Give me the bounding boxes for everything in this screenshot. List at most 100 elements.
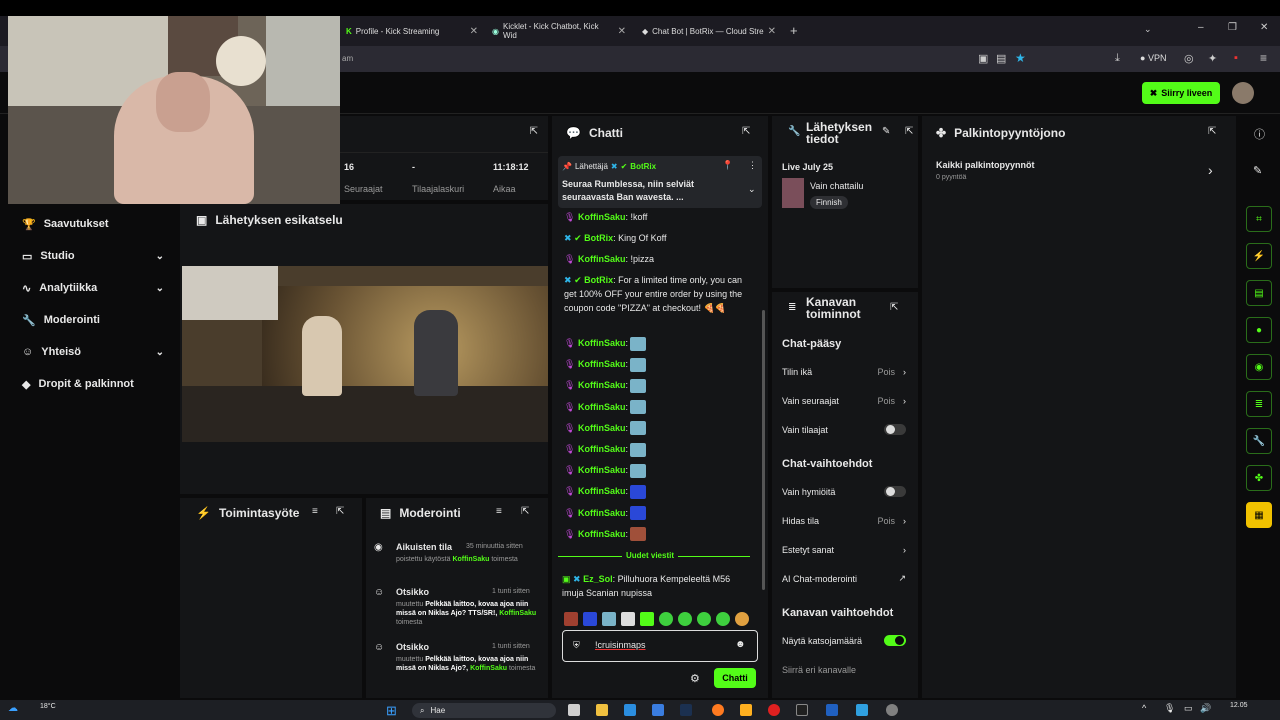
chat-input[interactable]: !cruisinmaps bbox=[595, 640, 646, 650]
popout-icon[interactable]: ⇱ bbox=[1208, 126, 1216, 137]
terminal-icon[interactable] bbox=[796, 704, 808, 716]
emote-icon[interactable] bbox=[735, 612, 749, 626]
steam-icon[interactable] bbox=[680, 704, 692, 716]
new-tab-icon[interactable]: + bbox=[790, 23, 798, 38]
opera-icon[interactable] bbox=[768, 704, 780, 716]
rail-chat-icon[interactable]: ● bbox=[1246, 317, 1272, 343]
move-channels-row[interactable]: Siirrä eri kanavalle bbox=[770, 655, 918, 684]
chat-username[interactable]: KoffinSaku bbox=[578, 465, 626, 475]
chat-username[interactable]: KoffinSaku bbox=[578, 254, 626, 264]
filter-icon[interactable]: ≡ bbox=[312, 506, 318, 517]
app-icon[interactable] bbox=[856, 704, 868, 716]
emote-icon[interactable] bbox=[621, 612, 635, 626]
send-chat-button[interactable]: Chatti bbox=[714, 668, 756, 688]
more-options-icon[interactable]: ⋮ bbox=[748, 160, 757, 171]
url-text[interactable]: am bbox=[342, 54, 353, 63]
rail-list-icon[interactable]: ≣ bbox=[1246, 391, 1272, 417]
gear-icon[interactable]: ⚙ bbox=[690, 672, 700, 685]
edge-icon[interactable] bbox=[624, 704, 636, 716]
start-icon[interactable]: ⊞ bbox=[386, 703, 397, 719]
minimize-icon[interactable]: – bbox=[1198, 22, 1204, 33]
rail-lightning-icon[interactable]: ⚡ bbox=[1246, 243, 1272, 269]
emoji-icon[interactable]: ☻ bbox=[735, 639, 746, 650]
weather-temp[interactable]: 18°C bbox=[40, 703, 56, 710]
pin-toggle-icon[interactable]: 📍 bbox=[722, 160, 733, 171]
ai-moderation-row[interactable]: AI Chat-moderointi ↗ bbox=[770, 564, 918, 593]
emote-icon[interactable] bbox=[697, 612, 711, 626]
all-rewards-row[interactable]: Kaikki palkintopyynnöt 0 pyyntöä › bbox=[922, 154, 1236, 190]
screenshot-icon[interactable]: ▤ bbox=[996, 52, 1006, 65]
obs-icon[interactable] bbox=[886, 704, 898, 716]
popout-icon[interactable]: ⇱ bbox=[336, 506, 344, 517]
mic-icon[interactable]: 🎙 bbox=[1164, 703, 1175, 714]
close-icon[interactable]: ✕ bbox=[768, 26, 776, 37]
chevron-down-icon[interactable]: ⌄ bbox=[748, 184, 756, 195]
app-icon[interactable] bbox=[826, 704, 838, 716]
file-explorer-icon[interactable] bbox=[596, 704, 608, 716]
rail-broadcast-icon[interactable]: ◉ bbox=[1246, 354, 1272, 380]
sidebar-item-studio[interactable]: ▭ Studio ⌄ bbox=[0, 240, 178, 272]
tray-chevron-icon[interactable]: ^ bbox=[1142, 703, 1146, 713]
emote-icon[interactable] bbox=[678, 612, 692, 626]
filter-icon[interactable]: ≡ bbox=[496, 506, 502, 517]
emote-icon[interactable] bbox=[583, 612, 597, 626]
close-icon[interactable]: ✕ bbox=[618, 26, 626, 37]
popout-icon[interactable]: ⇱ bbox=[905, 126, 913, 137]
rail-camera-icon[interactable]: ⌗ bbox=[1246, 206, 1272, 232]
chat-username[interactable]: KoffinSaku bbox=[578, 423, 626, 433]
chat-username[interactable]: KoffinSaku bbox=[578, 508, 626, 518]
app-icon[interactable] bbox=[740, 704, 752, 716]
rail-document-icon[interactable]: ▤ bbox=[1246, 280, 1272, 306]
extension-badge-icon[interactable]: ▪ bbox=[1234, 52, 1238, 64]
sidebar-item-achievements[interactable]: 🏆 Saavutukset bbox=[0, 208, 178, 240]
chat-username[interactable]: KoffinSaku bbox=[578, 529, 626, 539]
show-viewers-toggle[interactable] bbox=[884, 635, 906, 646]
account-icon[interactable]: ◎ bbox=[1184, 52, 1194, 65]
chat-username[interactable]: KoffinSaku bbox=[578, 402, 626, 412]
reader-icon[interactable]: ▣ bbox=[978, 52, 988, 65]
rail-clapper-icon[interactable]: ▦ bbox=[1246, 502, 1272, 528]
browser-tab-profile[interactable]: K Profile - Kick Streaming ✕ bbox=[340, 16, 484, 46]
popout-icon[interactable]: ⇱ bbox=[530, 126, 538, 137]
browser-tab-kicklet[interactable]: ◉ Kicklet - Kick Chatbot, Kick Wid ✕ bbox=[486, 16, 632, 46]
emote-icon[interactable] bbox=[564, 612, 578, 626]
chat-username[interactable]: KoffinSaku bbox=[578, 338, 626, 348]
firefox-icon[interactable] bbox=[712, 704, 724, 716]
go-live-button[interactable]: ✖ Siirry liveen bbox=[1142, 82, 1220, 104]
emote-only-toggle[interactable] bbox=[884, 486, 906, 497]
edit-icon[interactable]: ✎ bbox=[1253, 164, 1262, 177]
emote-icon[interactable] bbox=[659, 612, 673, 626]
volume-icon[interactable]: 🔊 bbox=[1200, 703, 1211, 714]
download-icon[interactable]: ⤓ bbox=[1115, 52, 1120, 65]
avatar[interactable] bbox=[1232, 82, 1254, 104]
chat-scrollbar[interactable] bbox=[762, 310, 765, 590]
sidebar-item-analytics[interactable]: ∿ Analytiikka ⌄ bbox=[0, 272, 178, 304]
popout-icon[interactable]: ⇱ bbox=[890, 302, 898, 313]
chat-username[interactable]: KoffinSaku bbox=[578, 380, 626, 390]
rail-rewards-icon[interactable]: ✤ bbox=[1246, 465, 1272, 491]
subs-only-toggle[interactable] bbox=[884, 424, 906, 435]
close-icon[interactable]: ✕ bbox=[470, 26, 478, 37]
chat-username[interactable]: BotRix bbox=[584, 233, 613, 243]
chat-username[interactable]: KoffinSaku bbox=[578, 212, 626, 222]
sidebar-item-community[interactable]: ☺ Yhteisö ⌄ bbox=[0, 336, 178, 368]
extensions-icon[interactable]: ✦ bbox=[1208, 52, 1217, 65]
emote-icon[interactable] bbox=[640, 612, 654, 626]
edit-icon[interactable]: ✎ bbox=[882, 126, 890, 137]
clock[interactable]: 12.05 bbox=[1230, 702, 1248, 709]
popout-icon[interactable]: ⇱ bbox=[742, 126, 750, 137]
rail-wrench-icon[interactable]: 🔧 bbox=[1246, 428, 1272, 454]
task-view-icon[interactable] bbox=[568, 704, 580, 716]
chat-username[interactable]: KoffinSaku bbox=[578, 486, 626, 496]
chat-username[interactable]: KoffinSaku bbox=[578, 444, 626, 454]
vpn-button[interactable]: ● VPN bbox=[1140, 53, 1166, 63]
slow-mode-row[interactable]: Hidas tila Pois › bbox=[770, 506, 918, 535]
window-close-icon[interactable]: ✕ bbox=[1260, 22, 1268, 33]
store-icon[interactable] bbox=[652, 704, 664, 716]
sidebar-item-drops[interactable]: ◆ Dropit & palkinnot bbox=[0, 368, 178, 400]
followers-only-row[interactable]: Vain seuraajat Pois › bbox=[770, 386, 918, 415]
emote-icon[interactable] bbox=[716, 612, 730, 626]
menu-icon[interactable]: ≡ bbox=[1260, 51, 1267, 65]
account-age-row[interactable]: Tilin ikä Pois › bbox=[770, 357, 918, 386]
maximize-icon[interactable]: ❐ bbox=[1228, 22, 1237, 33]
